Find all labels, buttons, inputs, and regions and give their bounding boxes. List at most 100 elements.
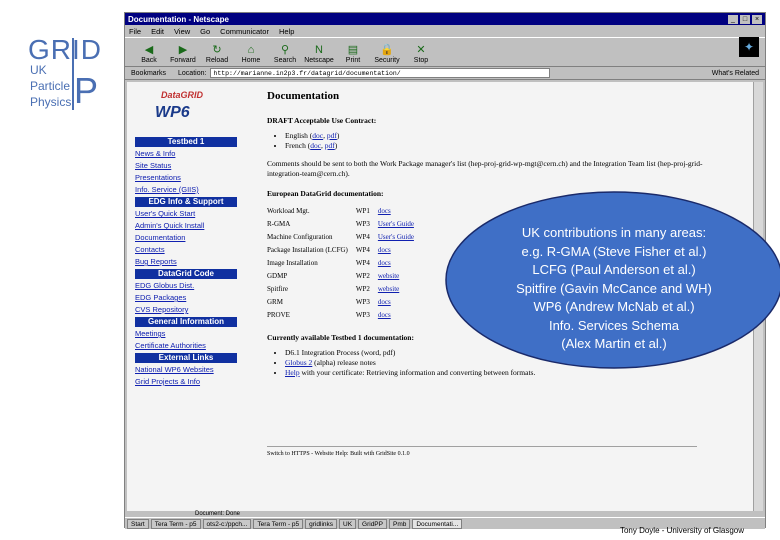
nav-link[interactable]: User's Quick Start: [135, 208, 237, 220]
doc-link-cell: docs: [378, 308, 422, 321]
logo-particle: Particle: [30, 79, 71, 93]
doc-link-cell: website: [378, 269, 422, 282]
taskbar-item[interactable]: Documentati...: [412, 518, 463, 529]
close-icon[interactable]: ×: [752, 14, 762, 24]
nav-link[interactable]: Presentations: [135, 172, 237, 184]
start-button[interactable]: Start: [127, 518, 149, 529]
draft-lang: English (: [285, 131, 313, 140]
nav-sections: Testbed 1 News & Info Site Status Presentat…: [135, 137, 237, 388]
print-button[interactable]: ▤ Print: [337, 43, 369, 66]
nav-link[interactable]: Contacts: [135, 244, 237, 256]
security-button[interactable]: 🔒 Security: [371, 43, 403, 66]
menu-item-communicator[interactable]: Communicator: [220, 27, 269, 36]
nav-link[interactable]: Info. Service (GIIS): [135, 184, 237, 196]
doc-link-cell: docs: [378, 256, 422, 269]
page-title: Documentation: [267, 90, 340, 102]
doc-component: R-GMA: [267, 219, 291, 228]
taskbar-item[interactable]: ots2-c:/ppch...: [202, 518, 252, 529]
table-row: GDMP WP2 website: [267, 269, 422, 282]
doc-link[interactable]: User's Guide: [378, 220, 414, 228]
forward-button[interactable]: ▶ Forward: [167, 43, 199, 66]
doc-link[interactable]: doc: [310, 141, 321, 150]
maximize-icon[interactable]: □: [740, 14, 750, 24]
doc-link[interactable]: docs: [378, 259, 391, 267]
home-button[interactable]: ⌂ Home: [235, 43, 267, 66]
window-title: Documentation - Netscape: [128, 14, 229, 24]
nav-link[interactable]: News & Info: [135, 148, 237, 160]
search-label: Search: [273, 57, 297, 64]
doc-link[interactable]: docs: [378, 298, 391, 306]
stop-button[interactable]: ✕ Stop: [405, 43, 437, 66]
close-paren: ): [334, 141, 338, 150]
doc-workpackage: WP1: [355, 206, 370, 215]
doc-link[interactable]: docs: [378, 207, 391, 215]
pdf-link[interactable]: pdf: [327, 131, 337, 140]
menu-item-view[interactable]: View: [174, 27, 190, 36]
doc-link[interactable]: doc: [312, 131, 323, 140]
taskbar-item[interactable]: gridlinks: [305, 518, 337, 529]
callout-line: UK contributions in many areas:: [521, 225, 707, 240]
draft-lang: French (: [285, 141, 311, 150]
nav-link[interactable]: Admin's Quick Install: [135, 220, 237, 232]
doc-link[interactable]: website: [378, 272, 399, 280]
documentation-table: Workload Mgt. WP1 docs R-GMA WP3 User's Guide…: [267, 204, 422, 321]
callout-text: UK contributions in many areas: e.g. R-GM…: [444, 224, 780, 354]
current-link[interactable]: Help: [285, 368, 300, 377]
nav-link[interactable]: Site Status: [135, 160, 237, 172]
nav-link[interactable]: Certificate Authorities: [135, 340, 237, 352]
menu-item-file[interactable]: File: [129, 27, 141, 36]
doc-link[interactable]: User's Guide: [378, 233, 414, 241]
netscape-icon: N: [315, 44, 323, 56]
menu-item-help[interactable]: Help: [279, 27, 294, 36]
taskbar-item[interactable]: Tera Term - p5: [253, 518, 304, 529]
bookmarks-button[interactable]: Bookmarks: [131, 70, 166, 77]
logo-pp-text: UK Particle Physics: [30, 62, 71, 110]
doc-workpackage: WP3: [355, 297, 370, 306]
location-input[interactable]: http://marianne.in2p3.fr/datagrid/docume…: [210, 68, 551, 78]
doc-link[interactable]: docs: [378, 311, 391, 319]
back-button[interactable]: ◀ Back: [133, 43, 165, 66]
taskbar-item[interactable]: Tera Term - p5: [150, 518, 201, 529]
minimize-icon[interactable]: _: [728, 14, 738, 24]
table-row: Workload Mgt. WP1 docs: [267, 204, 422, 217]
taskbar-item[interactable]: Pmb: [388, 518, 411, 529]
nav-section-header: DataGrid Code: [135, 269, 237, 279]
doc-link[interactable]: website: [378, 285, 399, 293]
doc-workpackage: WP4: [355, 258, 370, 267]
doc-component: Image Installation: [267, 258, 318, 267]
callout-line: (Alex Martin et al.): [561, 336, 667, 351]
menu-item-edit[interactable]: Edit: [151, 27, 164, 36]
nav-link[interactable]: Documentation: [135, 232, 237, 244]
taskbar-item[interactable]: UK: [339, 518, 357, 529]
taskbar-item[interactable]: GridPP: [358, 518, 387, 529]
nav-link[interactable]: EDG Packages: [135, 292, 237, 304]
doc-link[interactable]: docs: [378, 246, 391, 254]
draft-list: English (doc, pdf)French (doc, pdf): [267, 131, 737, 151]
whats-related-button[interactable]: What's Related: [712, 70, 759, 77]
callout-line: Spitfire (Gavin McCance and WH): [516, 280, 712, 296]
nav-link[interactable]: Bug Reports: [135, 256, 237, 268]
nav-section-header: Testbed 1: [135, 137, 237, 147]
nav-link[interactable]: EDG Globus Dist.: [135, 280, 237, 292]
search-button[interactable]: ⚲ Search: [269, 43, 301, 66]
current-link[interactable]: Globus 2: [285, 358, 312, 367]
callout-line: Info. Services Schema: [548, 317, 680, 333]
menu-item-go[interactable]: Go: [200, 27, 210, 36]
nav-link[interactable]: Meetings: [135, 328, 237, 340]
doc-component: GDMP: [267, 271, 288, 280]
nav-link[interactable]: National WP6 Websites: [135, 364, 237, 376]
pdf-link[interactable]: pdf: [325, 141, 335, 150]
nav-link[interactable]: Grid Projects & Info: [135, 376, 237, 388]
print-label: Print: [345, 57, 361, 64]
doc-workpackage: WP3: [355, 310, 370, 319]
current-text: D6.1 Integration Process (word, pdf): [285, 348, 396, 357]
doc-link-cell: User's Guide: [378, 230, 422, 243]
doc-workpackage: WP4: [355, 232, 370, 241]
location-label: Location:: [178, 69, 207, 77]
reload-label: Reload: [205, 57, 229, 64]
menu-bar: File Edit View Go Communicator Help: [125, 25, 765, 37]
doc-workpackage: WP4: [355, 245, 370, 254]
nav-link[interactable]: CVS Repository: [135, 304, 237, 316]
netscape-button[interactable]: N Netscape: [303, 43, 335, 66]
reload-button[interactable]: ↻ Reload: [201, 43, 233, 66]
